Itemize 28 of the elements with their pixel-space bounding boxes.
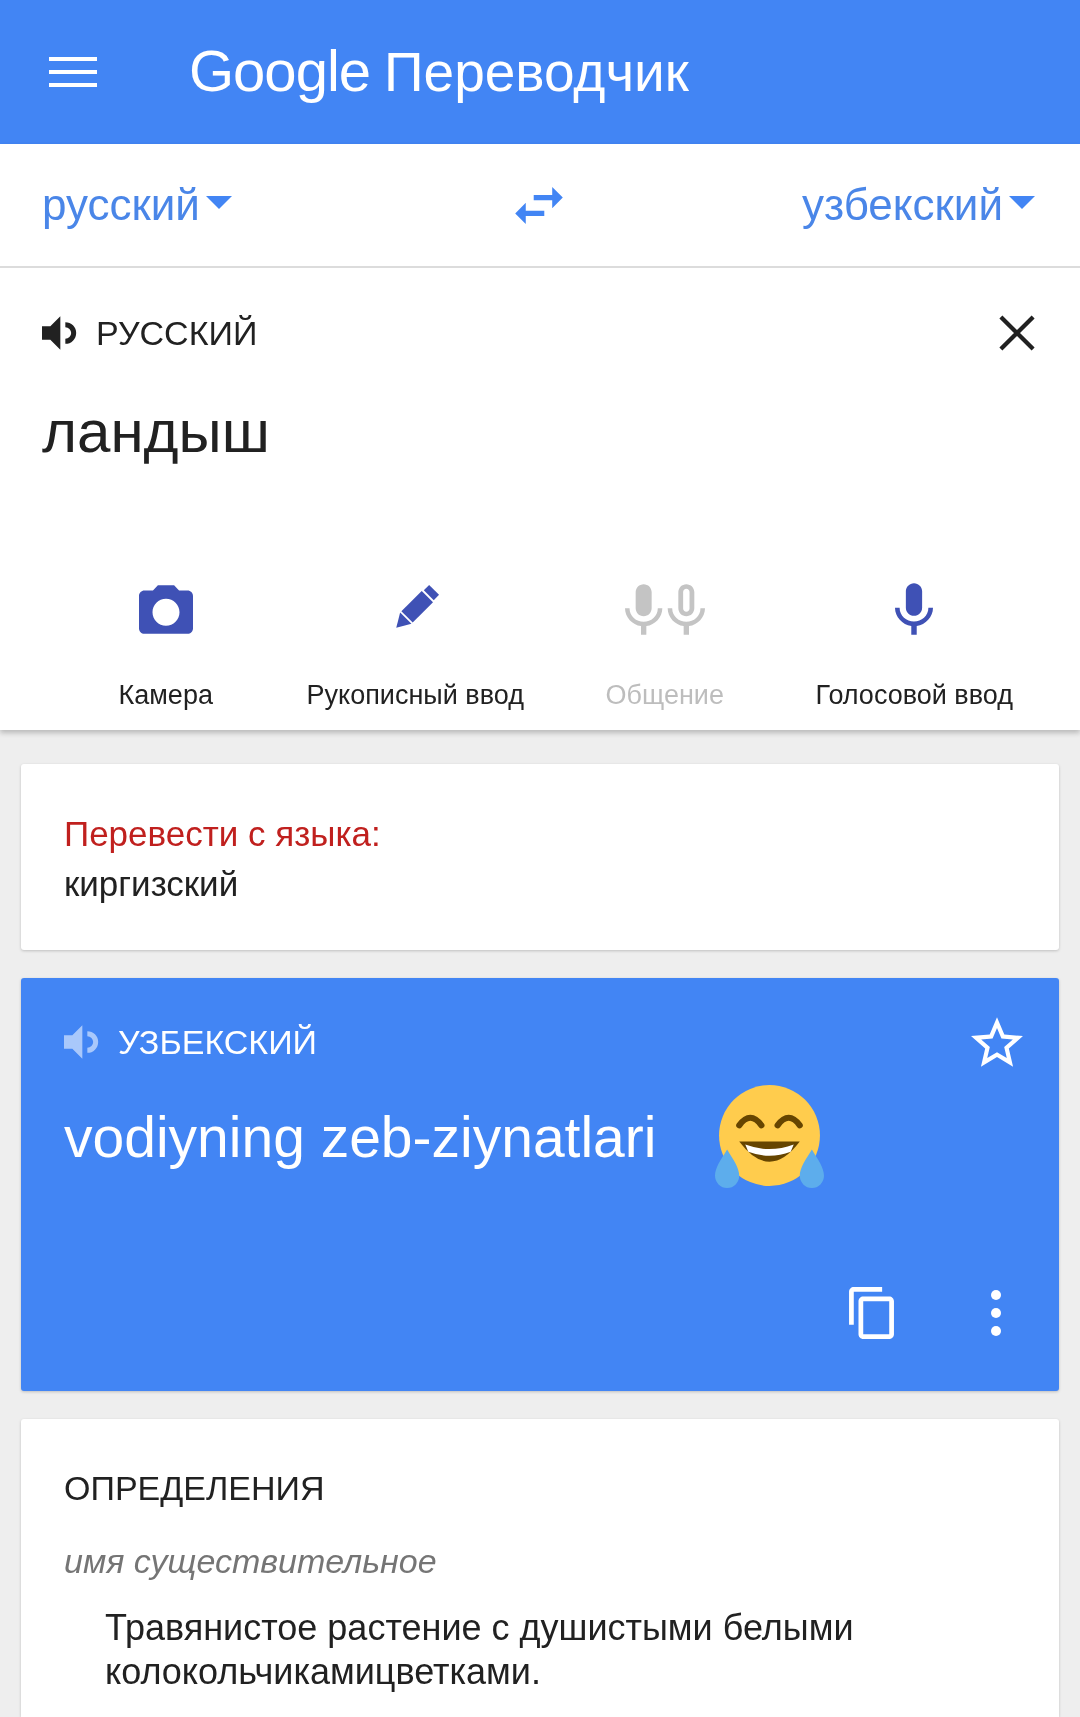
source-language-label: РУССКИЙ [96,313,258,353]
copy-icon[interactable] [849,1287,894,1339]
star-icon[interactable] [971,1017,1023,1067]
caret-icon [205,195,232,209]
input-text-field[interactable]: ландыш [42,396,270,468]
camera-button[interactable]: Камера [41,581,291,712]
caret-icon [1009,195,1035,209]
two-microphones-icon [624,583,705,635]
definition-text: Травянистое растение с душистыми белыми колокольчикамицветками. [104,1606,855,1694]
detected-language-link[interactable]: киргизский [64,859,239,909]
more-icon[interactable] [991,1290,1001,1336]
voice-input-button[interactable]: Голосовой ввод [789,581,1039,712]
camera-icon [138,584,193,634]
menu-icon[interactable] [49,57,97,87]
laughing-face-with-tears-icon [713,1083,827,1190]
swap-icon[interactable] [514,186,563,224]
target-language-label: УЗБЕКСКИЙ [118,1022,318,1062]
target-language-dropdown[interactable]: узбекский [802,180,1035,230]
logo-text: Google [189,36,371,104]
handwriting-button[interactable]: Рукописный ввод [290,581,540,712]
microphone-icon [895,583,934,635]
part-of-speech-label: имя существительное [64,1541,437,1582]
app-title: Переводчик [384,39,689,104]
translate-from-label: Перевести с языка: [64,813,381,855]
close-icon[interactable] [999,315,1035,351]
definitions-heading: ОПРЕДЕЛЕНИЯ [64,1468,325,1509]
translation-text: vodiyning zeb-ziynatlari [64,1103,657,1170]
source-language-dropdown[interactable]: русский [42,180,232,230]
